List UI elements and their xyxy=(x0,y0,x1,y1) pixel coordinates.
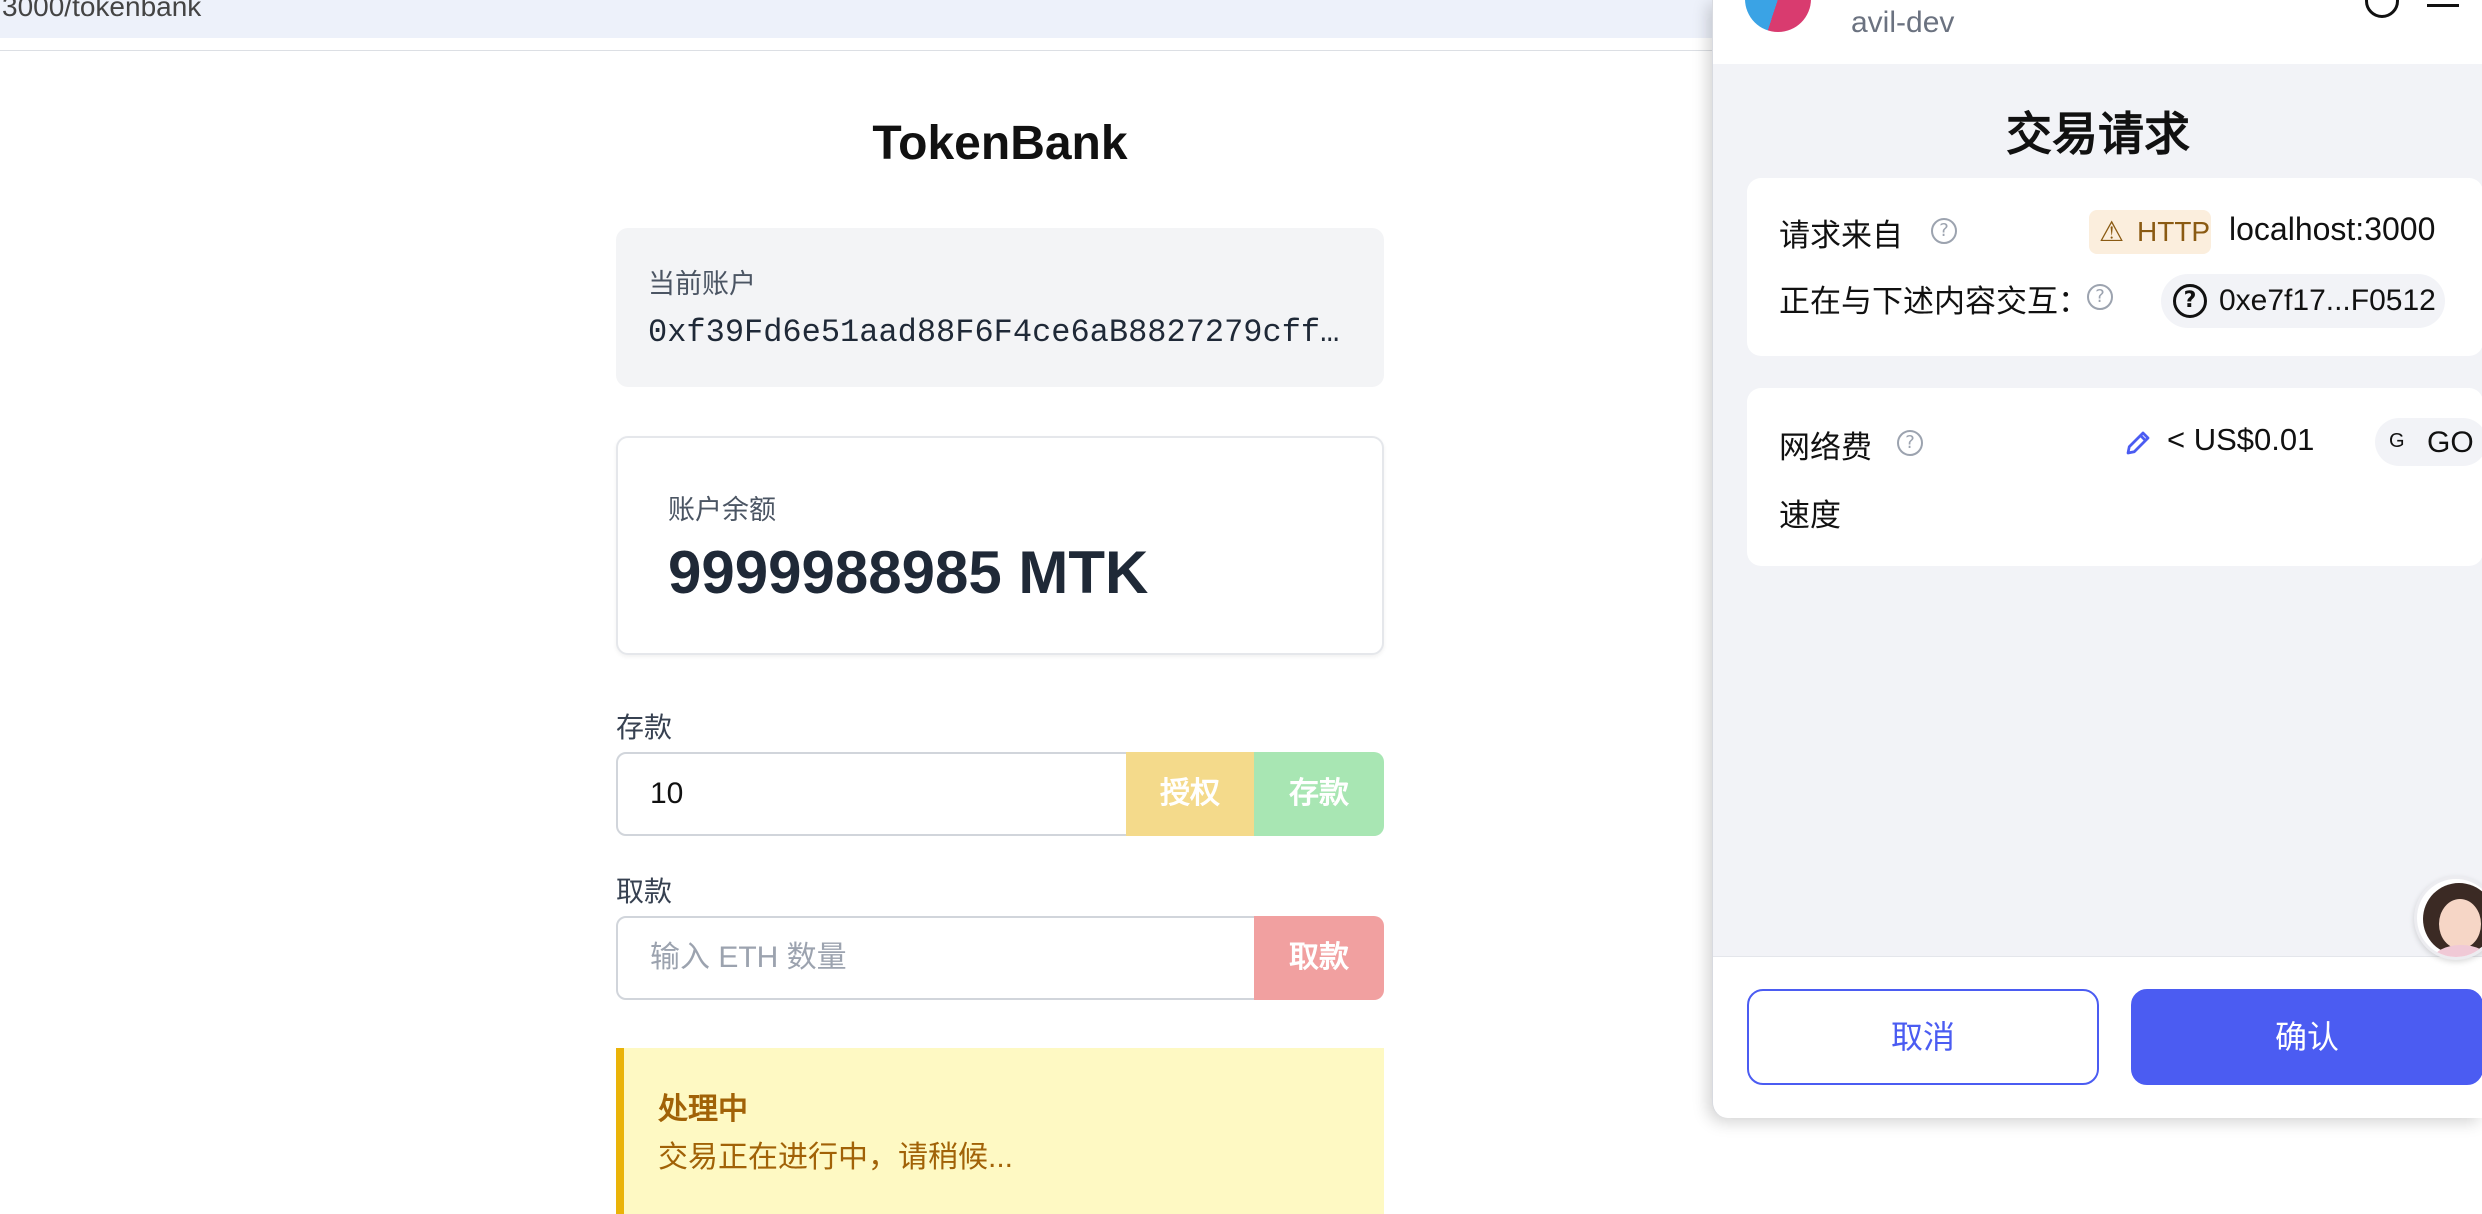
status-message: 交易正在进行中，请稍候... xyxy=(658,1141,1014,1174)
help-icon[interactable]: ? xyxy=(1897,430,1923,456)
help-icon[interactable]: ? xyxy=(1931,218,1957,244)
withdraw-section-label: 取款 xyxy=(616,876,673,907)
url-text[interactable]: 3000/tokenbank xyxy=(2,0,201,23)
deposit-button[interactable]: 存款 xyxy=(1254,752,1384,836)
account-label: 当前账户 xyxy=(648,269,756,299)
pencil-icon[interactable] xyxy=(2123,428,2153,458)
speed-label: 速度 xyxy=(1779,498,1841,533)
network-fee-value: < US$0.01 xyxy=(2167,422,2315,457)
unknown-contract-icon: ? xyxy=(2173,284,2207,318)
account-address: 0xf39Fd6e51aad88F6F4ce6aB8827279cff… xyxy=(648,314,1340,351)
request-origin: localhost:3000 xyxy=(2229,211,2436,247)
contract-address: 0xe7f17...F0512 xyxy=(2219,284,2436,317)
menu-icon[interactable] xyxy=(2427,0,2467,14)
fee-card: 网络费 ? < US$0.01 G GO 速度 xyxy=(1747,388,2482,566)
status-banner: 处理中 交易正在进行中，请稍候... xyxy=(616,1048,1384,1214)
request-details-card: 请求来自 ? ⚠ HTTP localhost:3000 正在与下述内容交互： … xyxy=(1747,178,2482,356)
contract-address-pill[interactable]: ? 0xe7f17...F0512 xyxy=(2161,274,2445,328)
withdraw-button[interactable]: 取款 xyxy=(1254,916,1384,1000)
deposit-amount-input[interactable] xyxy=(616,752,1128,836)
balance-value: 9999988985 MTK xyxy=(668,539,1149,606)
wallet-title: 交易请求 xyxy=(2006,108,2190,160)
warning-icon: ⚠ xyxy=(2099,215,2125,248)
confirm-button[interactable]: 确认 xyxy=(2131,989,2482,1085)
deposit-section-label: 存款 xyxy=(616,712,673,743)
info-icon[interactable] xyxy=(2365,0,2399,18)
cancel-button[interactable]: 取消 xyxy=(1747,989,2099,1085)
withdraw-amount-input[interactable] xyxy=(616,916,1256,1000)
wallet-popup: avil-dev 交易请求 请求来自 ? ⚠ HTTP localhost:30… xyxy=(1712,0,2482,1118)
wallet-header: avil-dev xyxy=(1713,0,2482,64)
network-name[interactable]: avil-dev xyxy=(1851,6,1954,40)
request-from-label: 请求来自 xyxy=(1779,218,1903,253)
gas-speed-letter: G xyxy=(2389,430,2405,452)
account-avatar[interactable] xyxy=(1745,0,1811,32)
deposit-row: 授权 存款 xyxy=(616,752,1384,836)
balance-card: 账户余额 9999988985 MTK xyxy=(616,436,1384,655)
http-warning-badge[interactable]: ⚠ HTTP xyxy=(2089,210,2211,254)
status-title: 处理中 xyxy=(658,1093,748,1126)
approve-button[interactable]: 授权 xyxy=(1126,752,1254,836)
http-badge-label: HTTP xyxy=(2137,216,2211,247)
interacting-with-label: 正在与下述内容交互： xyxy=(1779,284,2089,319)
page-title: TokenBank xyxy=(872,117,1128,170)
address-bar-divider xyxy=(0,50,1720,51)
wallet-footer: 取消 确认 xyxy=(1713,956,2482,1118)
gas-speed-badge[interactable]: G GO xyxy=(2375,418,2482,466)
help-icon[interactable]: ? xyxy=(2087,284,2113,310)
gas-speed-text: GO xyxy=(2427,426,2474,459)
withdraw-row: 取款 xyxy=(616,916,1384,1000)
account-card: 当前账户 0xf39Fd6e51aad88F6F4ce6aB8827279cff… xyxy=(616,228,1384,387)
balance-label: 账户余额 xyxy=(668,495,776,525)
network-fee-label: 网络费 xyxy=(1779,430,1872,465)
